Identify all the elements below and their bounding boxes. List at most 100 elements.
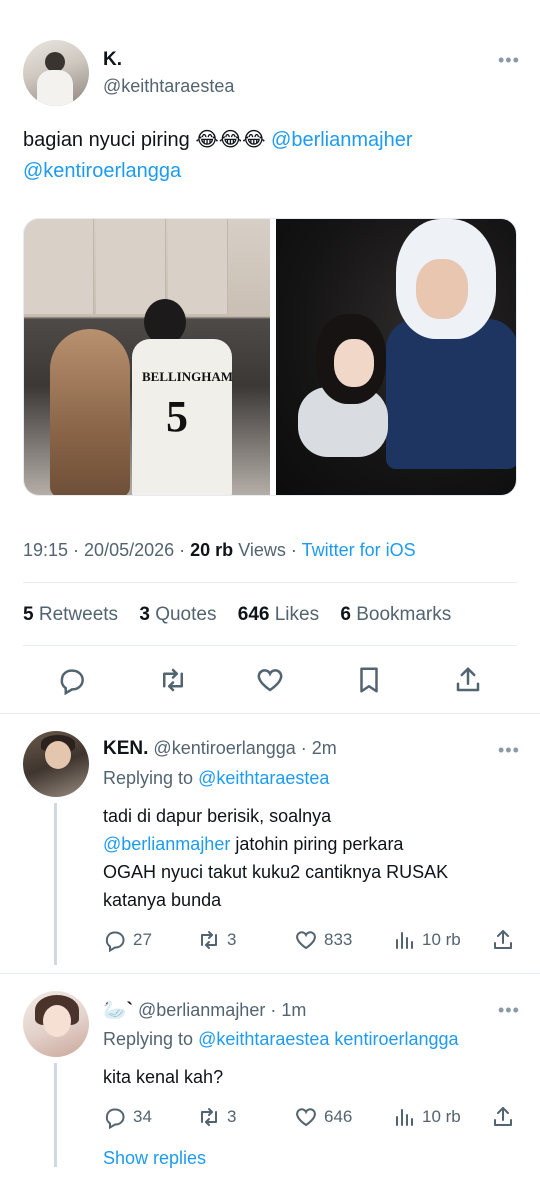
tweet-media[interactable]: BELLINGHAM 5 [23, 218, 517, 496]
bookmark-button[interactable] [351, 662, 387, 698]
retweet-icon [163, 668, 183, 692]
tweet-meta: 19:15 · 20/05/2026 · 20 rb Views · Twitt… [23, 540, 416, 560]
reply-time[interactable]: 1m [281, 1000, 306, 1020]
share-button[interactable] [450, 662, 486, 698]
retweet-count: 3 [227, 1107, 237, 1126]
like-button[interactable]: 646 [294, 1105, 352, 1129]
show-replies-link[interactable]: Show replies [103, 1148, 206, 1169]
divider [23, 645, 517, 646]
more-options-icon[interactable]: ••• [498, 740, 520, 761]
reply-text-line: katanya bunda [103, 890, 222, 910]
retweet-button[interactable] [155, 662, 191, 698]
like-icon [257, 669, 283, 692]
like-count: 833 [324, 930, 353, 949]
reply-avatar[interactable] [23, 991, 89, 1057]
views-button[interactable]: 10 rb [392, 928, 461, 952]
tweet-text: bagian nyuci piring 😂😂😂 @berlianmajher @… [23, 125, 513, 187]
avatar-face [45, 741, 71, 769]
more-options-icon[interactable]: ••• [498, 50, 520, 71]
reply-count: 34 [133, 1107, 152, 1126]
reply-text-line: jatohin piring perkara [235, 834, 404, 854]
views-icon [396, 932, 413, 949]
jersey-number: 5 [166, 392, 188, 441]
cabinet [168, 219, 228, 314]
reply-icon [60, 669, 84, 695]
like-count: 646 [324, 1107, 353, 1126]
source-link[interactable]: Twitter for iOS [302, 540, 416, 560]
person-face [334, 339, 374, 387]
mention-link[interactable]: @berlianmajher [271, 129, 412, 151]
retweet-button[interactable]: 3 [197, 1105, 236, 1129]
reply-header: 🦢` @berlianmajher · 1m [103, 1000, 307, 1021]
views-icon [396, 1109, 413, 1126]
views-count: 20 rb [190, 540, 234, 560]
reply-time[interactable]: 2m [312, 738, 337, 758]
views-button[interactable]: 10 rb [392, 1105, 461, 1129]
bookmark-icon [360, 667, 378, 693]
divider [0, 713, 540, 714]
share-button[interactable] [491, 1105, 515, 1129]
reply-author-name[interactable]: KEN. [103, 738, 148, 759]
person-hair [50, 329, 130, 495]
quotes-stat[interactable]: 3 Quotes [139, 604, 232, 625]
cabinet [24, 219, 94, 314]
reply-text-line: tadi di dapur berisik, soalnya [103, 806, 332, 826]
views-count: 10 rb [422, 1107, 461, 1126]
author-handle[interactable]: @keithtaraestea [103, 76, 234, 97]
author-avatar[interactable] [23, 40, 89, 106]
reply-icon [105, 931, 125, 952]
reply-author-handle[interactable]: @berlianmajher [138, 1000, 265, 1020]
like-button[interactable] [252, 662, 288, 698]
reply-icon [105, 1108, 125, 1129]
photo-kitchen[interactable]: BELLINGHAM 5 [24, 219, 270, 495]
share-button[interactable] [491, 928, 515, 952]
reply-button[interactable]: 34 [103, 1105, 152, 1129]
mention-link[interactable]: @kentiroerlangga [23, 160, 181, 182]
views-label: Views [238, 540, 286, 560]
tweet-text-body: bagian nyuci piring 😂😂😂 [23, 129, 266, 151]
replying-to-label: Replying to [103, 1029, 194, 1049]
avatar-figure [45, 52, 65, 72]
avatar-face [43, 1005, 71, 1037]
tweet-time: 19:15 [23, 540, 69, 560]
reply-button[interactable]: 27 [103, 928, 152, 952]
share-icon [456, 667, 480, 692]
person-jacket [386, 319, 516, 469]
author-name[interactable]: K. [103, 49, 122, 71]
retweets-stat[interactable]: 5 Retweets [23, 604, 134, 625]
reply-author-name[interactable]: 🦢` [103, 1000, 133, 1021]
more-options-icon[interactable]: ••• [498, 1000, 520, 1021]
likes-stat[interactable]: 646 Likes [238, 604, 335, 625]
views-count: 10 rb [422, 930, 461, 949]
replying-to-link[interactable]: @keithtaraestea kentiroerlangga [198, 1029, 458, 1049]
divider [23, 582, 517, 583]
bookmarks-stat[interactable]: 6 Bookmarks [340, 604, 451, 625]
avatar-figure-body [37, 70, 73, 106]
reply-avatar[interactable] [23, 731, 89, 797]
mention-link[interactable]: @berlianmajher [103, 834, 230, 854]
reply-author-handle[interactable]: @kentiroerlangga [153, 738, 295, 758]
thread-line [54, 1063, 57, 1167]
person-face [416, 259, 468, 319]
thread-line [54, 803, 57, 965]
tweet-stats: 5 Retweets 3 Quotes 646 Likes 6 Bookmark… [23, 604, 451, 626]
reply-count: 27 [133, 930, 152, 949]
reply-header: KEN. @kentiroerlangga · 2m [103, 738, 337, 759]
replying-to: Replying to @keithtaraestea [103, 768, 329, 789]
retweet-icon [201, 1108, 217, 1126]
like-icon [296, 1108, 316, 1127]
replying-to-link[interactable]: @keithtaraestea [198, 768, 329, 788]
retweet-icon [201, 931, 217, 949]
reply-text: tadi di dapur berisik, soalnya @berlianm… [103, 802, 523, 914]
photo-night[interactable] [276, 219, 516, 495]
share-icon [494, 930, 512, 949]
share-icon [494, 1107, 512, 1126]
like-icon [296, 931, 316, 950]
cabinet [96, 219, 166, 314]
divider [0, 973, 540, 974]
reply-button[interactable] [54, 662, 90, 698]
retweet-button[interactable]: 3 [197, 928, 236, 952]
jersey-name: BELLINGHAM [142, 369, 234, 384]
retweet-count: 3 [227, 930, 237, 949]
like-button[interactable]: 833 [294, 928, 352, 952]
